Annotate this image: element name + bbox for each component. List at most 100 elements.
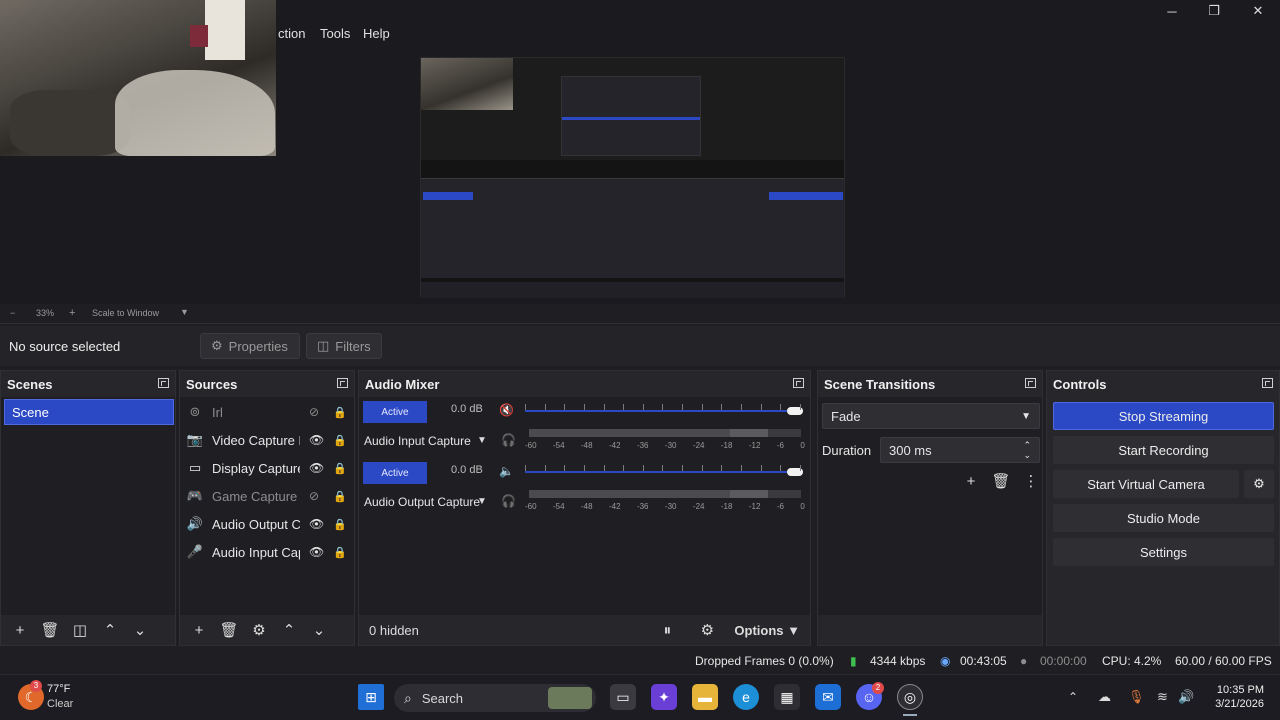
- channel-menu-dropdown-icon[interactable]: ▼: [477, 496, 487, 507]
- duration-field[interactable]: 300 ms ⌃ ⌄: [880, 437, 1040, 463]
- delete-scene-icon[interactable]: 🗑: [37, 618, 63, 642]
- slider-ticks: [525, 404, 801, 412]
- speaker-icon[interactable]: 🔈: [499, 464, 514, 478]
- chevron-up-icon[interactable]: ⌃: [1068, 690, 1078, 704]
- stepper-icon[interactable]: ⌃ ⌄: [1023, 440, 1031, 460]
- scene-item[interactable]: Scene: [4, 399, 174, 425]
- add-scene-icon[interactable]: +: [7, 618, 33, 642]
- add-transition-icon[interactable]: +: [958, 469, 984, 493]
- source-item-audio-input[interactable]: 🎤 Audio Input Cap 👁 🔒: [186, 538, 352, 566]
- clock-date[interactable]: 3/21/2026: [1206, 698, 1264, 710]
- source-item-irl[interactable]: ⊚ Irl ⊘ 🔒: [186, 398, 352, 426]
- discord-badge: 2: [872, 682, 884, 694]
- close-button[interactable]: ✕: [1236, 0, 1280, 22]
- filters-button[interactable]: ◫ Filters: [306, 333, 382, 359]
- audio-level-meter: [529, 429, 801, 437]
- outlook-icon[interactable]: ✉: [815, 684, 841, 710]
- source-item-audio-output[interactable]: 🔊 Audio Output C 👁 🔒: [186, 510, 352, 538]
- transition-select[interactable]: Fade ▼: [822, 403, 1040, 429]
- source-properties-icon[interactable]: ⚙: [246, 618, 272, 642]
- channel-menu-dropdown-icon[interactable]: ▼: [477, 435, 487, 446]
- source-item-display-capture[interactable]: ▭ Display Capture 👁 🔒: [186, 454, 352, 482]
- start-recording-button[interactable]: Start Recording: [1053, 436, 1274, 464]
- move-down-icon[interactable]: ⌄: [306, 618, 332, 642]
- move-up-icon[interactable]: ⌃: [276, 618, 302, 642]
- lock-icon[interactable]: 🔒: [333, 490, 347, 503]
- undock-icon[interactable]: [158, 378, 169, 388]
- undock-icon[interactable]: [793, 378, 804, 388]
- delete-source-icon[interactable]: 🗑: [216, 618, 242, 642]
- source-item-game-capture[interactable]: 🎮 Game Capture ⊘ 🔒: [186, 482, 352, 510]
- lock-icon[interactable]: 🔒: [333, 406, 347, 419]
- search-highlight-image: [548, 687, 592, 709]
- zoom-in-button[interactable]: +: [69, 307, 75, 319]
- more-options-icon[interactable]: ⋮: [1018, 469, 1044, 493]
- taskbar: [0, 674, 1280, 720]
- taskbar-search[interactable]: ⌕ Search: [394, 684, 596, 712]
- hidden-eye-icon[interactable]: ⊘: [309, 489, 319, 503]
- file-explorer-icon[interactable]: ▬: [692, 684, 718, 710]
- program-preview[interactable]: [420, 57, 845, 298]
- menu-item-collection[interactable]: ction: [278, 26, 305, 41]
- source-item-video-capture[interactable]: 📷 Video Capture D 👁 🔒: [186, 426, 352, 454]
- add-source-icon[interactable]: +: [186, 618, 212, 642]
- lock-icon[interactable]: 🔒: [333, 462, 347, 475]
- settings-button[interactable]: Settings: [1053, 538, 1274, 566]
- stop-streaming-button[interactable]: Stop Streaming: [1053, 402, 1274, 430]
- eye-icon[interactable]: 👁: [309, 545, 324, 559]
- stream-time: 00:43:05: [960, 654, 1007, 668]
- scene-filters-icon[interactable]: ◫: [67, 618, 93, 642]
- menu-item-help[interactable]: Help: [363, 26, 390, 41]
- scale-mode-dropdown-icon[interactable]: ▼: [180, 307, 189, 317]
- microphone-icon[interactable]: 🎙: [1128, 689, 1145, 705]
- studio-mode-button[interactable]: Studio Mode: [1053, 504, 1274, 532]
- menu-item-tools[interactable]: Tools: [320, 26, 350, 41]
- move-down-icon[interactable]: ⌄: [127, 618, 153, 642]
- wifi-icon[interactable]: ≋: [1157, 689, 1168, 705]
- lock-icon[interactable]: 🔒: [333, 518, 347, 531]
- vertical-layout-icon[interactable]: ⏸: [654, 618, 680, 642]
- minimize-button[interactable]: ─: [1150, 0, 1194, 22]
- start-virtual-camera-button[interactable]: Start Virtual Camera: [1053, 470, 1239, 498]
- advanced-audio-icon[interactable]: ⚙: [694, 618, 720, 642]
- volume-icon[interactable]: 🔊: [1178, 689, 1194, 705]
- eye-icon[interactable]: 👁: [309, 517, 324, 531]
- cloud-icon[interactable]: ☁: [1098, 689, 1111, 705]
- undock-icon[interactable]: [337, 378, 348, 388]
- edge-icon[interactable]: e: [733, 684, 759, 710]
- lock-icon[interactable]: 🔒: [333, 434, 347, 447]
- lock-icon[interactable]: 🔒: [333, 546, 347, 559]
- clock-time[interactable]: 10:35 PM: [1214, 684, 1264, 696]
- obs-icon[interactable]: ◎: [897, 684, 923, 710]
- scale-mode[interactable]: Scale to Window: [92, 308, 159, 318]
- maximize-icon: ❐: [1208, 3, 1220, 18]
- transition-tools: + 🗑 ⋮: [958, 469, 1044, 493]
- undock-icon[interactable]: [1025, 378, 1036, 388]
- hidden-eye-icon[interactable]: ⊘: [309, 405, 319, 419]
- properties-button[interactable]: ⚙ Properties: [200, 333, 300, 359]
- undock-icon[interactable]: [1262, 378, 1273, 388]
- scenes-dock: Scenes Scene + 🗑 ◫ ⌃ ⌄: [0, 370, 176, 646]
- windows-start-icon[interactable]: ⊞: [358, 684, 384, 710]
- muted-speaker-icon[interactable]: 🔇: [499, 403, 514, 417]
- fps: 60.00 / 60.00 FPS: [1175, 654, 1272, 668]
- zoom-out-button[interactable]: −: [10, 308, 15, 318]
- copilot-icon[interactable]: ✦: [651, 684, 677, 710]
- maximize-button[interactable]: ❐: [1192, 0, 1236, 22]
- scene-transitions-dock: Scene Transitions Fade ▼ Duration 300 ms…: [817, 370, 1043, 646]
- task-view-icon[interactable]: ▭: [610, 684, 636, 710]
- options-button[interactable]: Options ▼: [734, 623, 800, 638]
- slider-ticks: [525, 465, 801, 473]
- store-icon[interactable]: ▦: [774, 684, 800, 710]
- virtual-camera-settings-button[interactable]: ⚙: [1244, 470, 1274, 498]
- meter-scale: -60 -54 -48 -42 -36 -30 -24 -18 -12 -6 0: [525, 441, 805, 450]
- remove-transition-icon[interactable]: 🗑: [988, 469, 1014, 493]
- eye-icon[interactable]: 👁: [309, 461, 324, 475]
- webcam-overlay: [0, 0, 276, 156]
- hidden-count[interactable]: 0 hidden: [365, 623, 419, 638]
- move-up-icon[interactable]: ⌃: [97, 618, 123, 642]
- headphones-icon[interactable]: 🎧: [501, 433, 516, 447]
- eye-icon[interactable]: 👁: [309, 433, 324, 447]
- headphones-icon[interactable]: 🎧: [501, 494, 516, 508]
- stream-icon: ◉: [940, 654, 951, 668]
